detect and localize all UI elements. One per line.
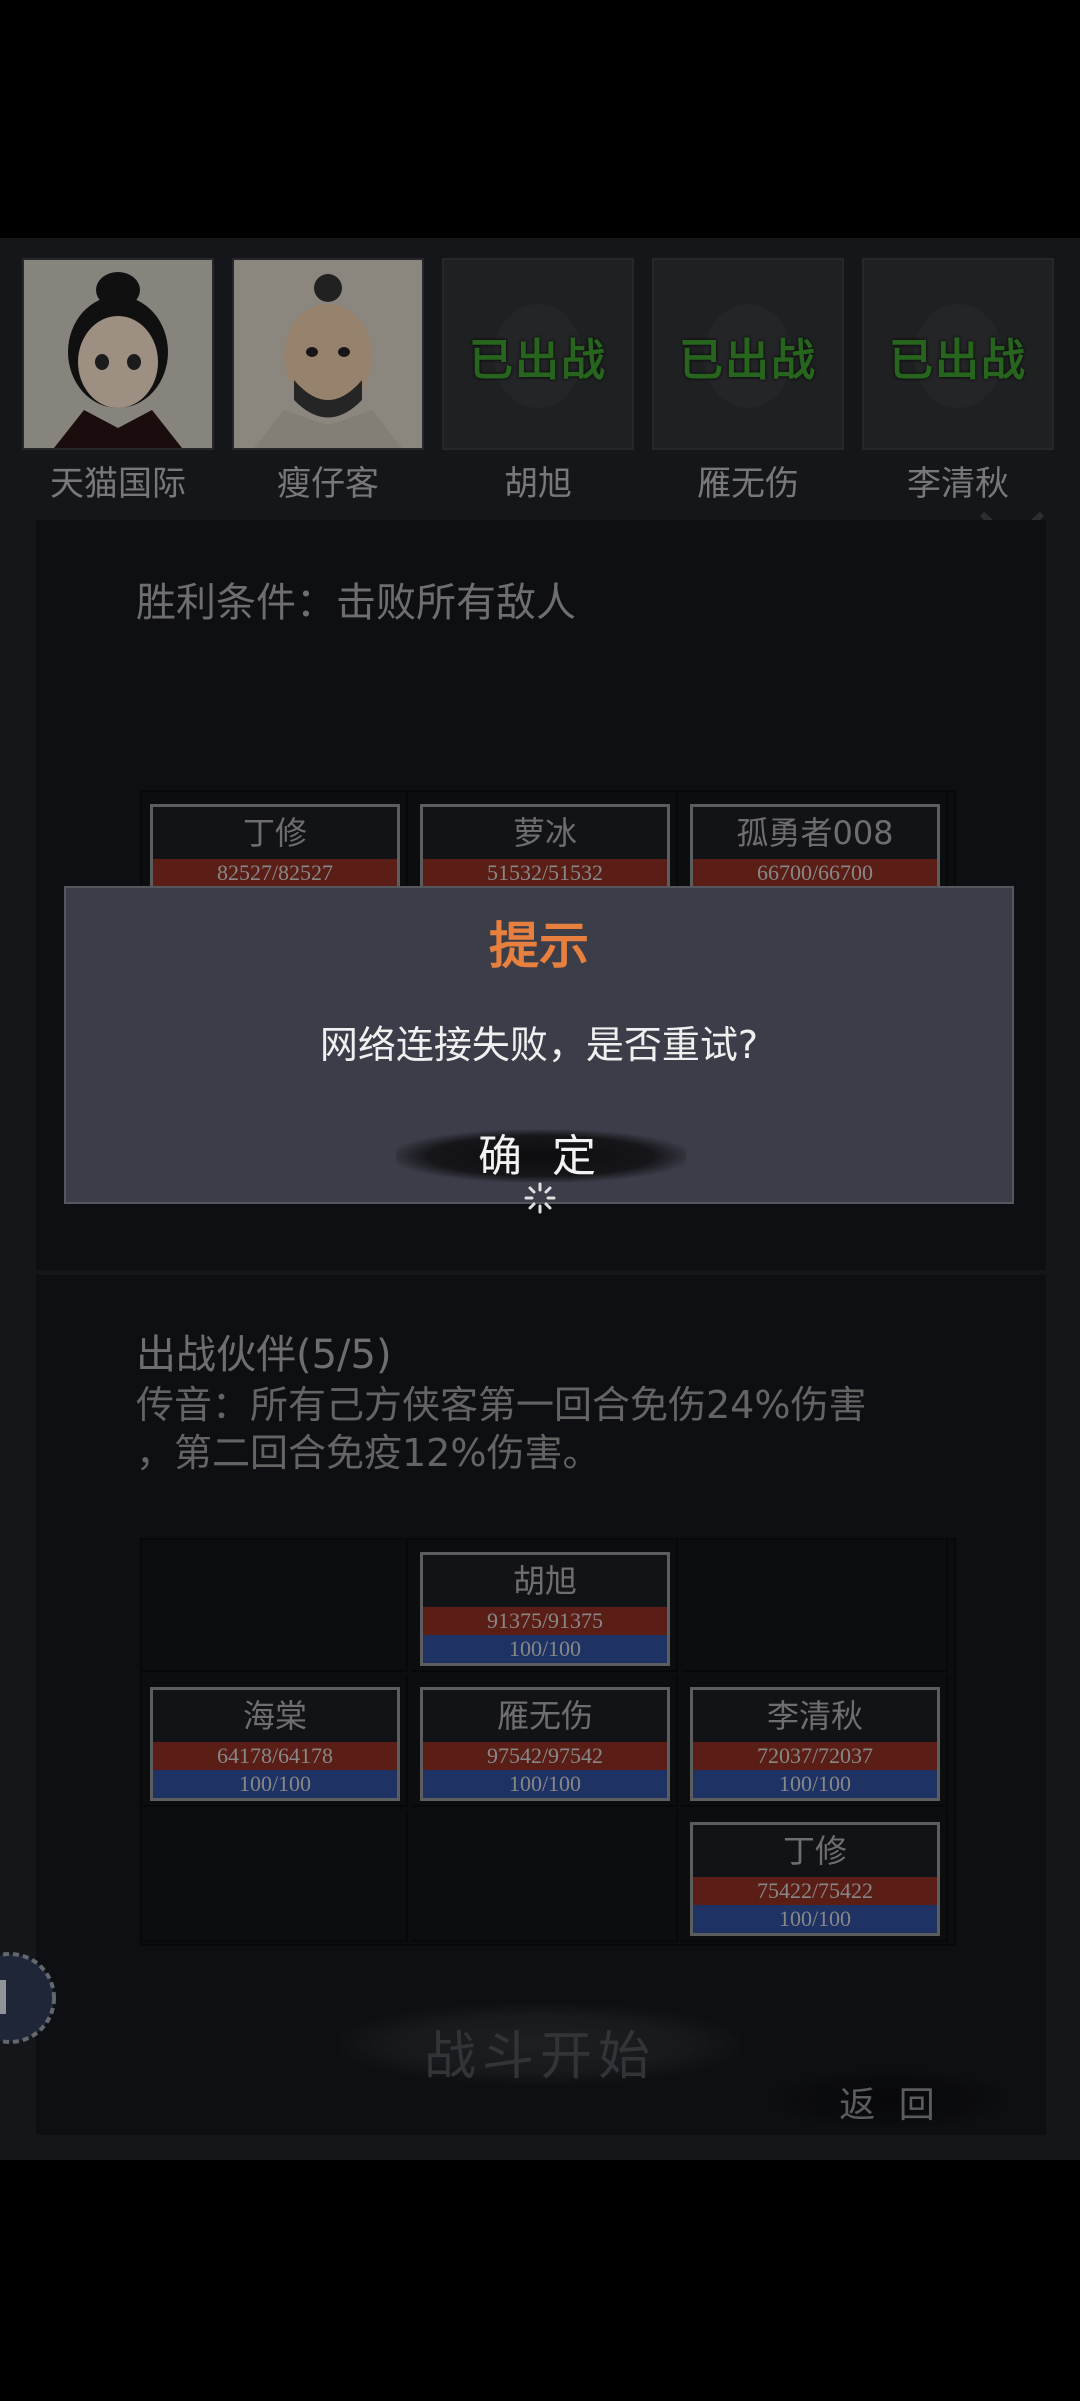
unit-name: 李清秋 [766,1697,863,1735]
party-unit[interactable]: 丁修 75422/75422 100/100 [690,1822,940,1936]
dialog-message: 网络连接失败，是否重试? [319,1023,759,1067]
unit-name: 丁修 [242,814,307,852]
floating-menu-icon[interactable] [0,1946,60,2052]
party-hint-line1: 传音：所有己方侠客第一回合免伤24%伤害 [136,1383,867,1427]
dialog-title: 提示 [489,917,589,975]
unit-mp: 100/100 [693,1770,937,1798]
deployed-badge: 已出战 [679,335,817,386]
unit-name: 孤勇者008 [736,814,894,852]
hero-name: 雁无伤 [697,464,799,504]
deployed-badge: 已出战 [889,335,1027,386]
unit-hp: 51532/51532 [423,859,667,887]
unit-mp: 100/100 [693,1905,937,1933]
formation-cell: 李清秋 72037/72037 100/100 [682,1675,948,1807]
start-battle-label: 战斗开始 [423,2027,656,2087]
formation-cell: 丁修 75422/75422 100/100 [682,1810,948,1942]
hero-portrait: 已出战 [652,258,844,450]
formation-cell-empty[interactable] [142,1540,408,1672]
hero-name: 瘦仔客 [277,464,379,504]
hero-portrait [22,258,214,450]
hero-card-2[interactable]: 瘦仔客 [232,258,424,505]
formation-cell-empty[interactable] [142,1810,408,1942]
victory-condition: 胜利条件：击败所有敌人 [136,580,576,626]
unit-name: 丁修 [782,1832,847,1870]
hero-portrait: 已出战 [442,258,634,450]
party-unit[interactable]: 李清秋 72037/72037 100/100 [690,1687,940,1801]
formation-cell: 胡旭 91375/91375 100/100 [412,1540,678,1672]
hero-name: 李清秋 [907,464,1009,504]
hero-name: 胡旭 [504,464,572,504]
party-unit[interactable]: 胡旭 91375/91375 100/100 [420,1552,670,1666]
hero-card-3[interactable]: 已出战 胡旭 [442,258,634,505]
back-button[interactable]: 返 回 [770,2070,1010,2130]
unit-hp: 97542/97542 [423,1742,667,1770]
hero-name: 天猫国际 [50,464,186,504]
hero-card-5[interactable]: 已出战 李清秋 [862,258,1054,505]
loading-spinner-icon [524,1182,556,1214]
unit-name: 胡旭 [512,1562,577,1600]
unit-hp: 72037/72037 [693,1742,937,1770]
formation-cell: 海棠 64178/64178 100/100 [142,1675,408,1807]
formation-cell: 雁无伤 97542/97542 100/100 [412,1675,678,1807]
unit-name: 萝冰 [512,814,577,852]
hero-card-1[interactable]: 天猫国际 [22,258,214,505]
formation-cell-empty[interactable] [682,1540,948,1672]
unit-hp: 66700/66700 [693,859,937,887]
unit-mp: 100/100 [423,1635,667,1663]
deployed-badge: 已出战 [469,335,607,386]
start-battle-button[interactable]: 战斗开始 [340,2004,740,2087]
network-error-dialog: 提示 网络连接失败，是否重试? 确 定 [64,886,1014,1204]
party-title: 出战伙伴(5/5) [136,1332,392,1378]
hero-card-4[interactable]: 已出战 雁无伤 [652,258,844,505]
back-label: 返 回 [839,2085,941,2126]
unit-hp: 64178/64178 [153,1742,397,1770]
unit-hp: 82527/82527 [153,859,397,887]
unit-mp: 100/100 [423,1770,667,1798]
party-unit[interactable]: 雁无伤 97542/97542 100/100 [420,1687,670,1801]
unit-mp: 100/100 [153,1770,397,1798]
hero-portrait: 已出战 [862,258,1054,450]
party-formation: 胡旭 91375/91375 100/100 海棠 64178/64178 10… [140,1538,956,1946]
party-unit[interactable]: 海棠 64178/64178 100/100 [150,1687,400,1801]
unit-name: 雁无伤 [496,1697,593,1735]
unit-hp: 91375/91375 [423,1607,667,1635]
formation-cell-empty[interactable] [412,1810,678,1942]
hero-portrait [232,258,424,450]
party-hint-line2: ，第二回合免疫12%伤害。 [136,1431,601,1475]
unit-name: 海棠 [242,1697,307,1735]
unit-hp: 75422/75422 [693,1877,937,1905]
confirm-label: 确 定 [478,1131,604,1182]
